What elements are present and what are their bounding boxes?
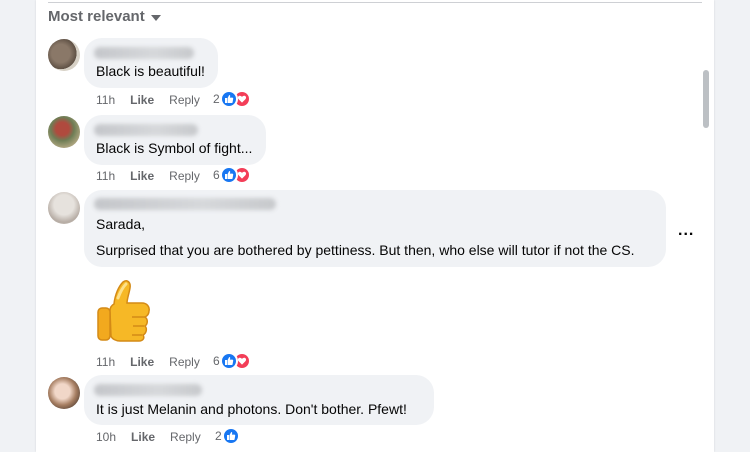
avatar[interactable] xyxy=(48,116,80,148)
reply-button[interactable]: Reply xyxy=(169,355,200,369)
author-name-redacted[interactable] xyxy=(94,384,202,396)
divider xyxy=(48,2,702,3)
comment-time[interactable]: 10h xyxy=(96,430,116,444)
caret-down-icon xyxy=(150,14,161,21)
like-button[interactable]: Like xyxy=(130,169,154,183)
comment-time[interactable]: 11h xyxy=(96,355,115,369)
sort-dropdown[interactable]: Most relevant xyxy=(48,8,161,25)
avatar[interactable] xyxy=(48,377,80,409)
reply-button[interactable]: Reply xyxy=(169,169,200,183)
like-button[interactable]: Like xyxy=(131,430,155,444)
like-reaction-icon xyxy=(219,166,238,184)
comment-text: Black is Symbol of fight... xyxy=(96,140,253,156)
comment-bubble: Sarada, Surprised that you are bothered … xyxy=(84,190,666,267)
author-name-redacted[interactable] xyxy=(94,47,194,59)
comment-text-line: Sarada, xyxy=(96,216,146,232)
author-name-redacted[interactable] xyxy=(94,198,276,210)
like-button[interactable]: Like xyxy=(130,93,154,107)
more-options-icon[interactable]: ... xyxy=(678,222,694,240)
reaction-summary[interactable]: 6 xyxy=(213,166,251,184)
reaction-summary[interactable]: 2 xyxy=(213,90,251,108)
comment-actions: 11h Like Reply xyxy=(96,355,200,369)
author-name-redacted[interactable] xyxy=(94,124,198,136)
reaction-summary[interactable]: 2 xyxy=(215,427,240,445)
avatar[interactable] xyxy=(48,39,80,71)
like-button[interactable]: Like xyxy=(130,355,154,369)
thumbs-up-sticker xyxy=(97,280,150,342)
avatar[interactable] xyxy=(48,192,80,224)
reaction-summary[interactable]: 6 xyxy=(213,352,251,370)
comment-bubble: Black is Symbol of fight... xyxy=(84,115,266,165)
reply-button[interactable]: Reply xyxy=(169,93,200,107)
reply-button[interactable]: Reply xyxy=(170,430,201,444)
like-reaction-icon xyxy=(221,427,240,445)
reaction-count: 2 xyxy=(213,92,220,106)
comment-bubble: It is just Melanin and photons. Don't bo… xyxy=(84,375,434,425)
comment-actions: 11h Like Reply xyxy=(96,169,200,183)
comment-time[interactable]: 11h xyxy=(96,93,115,107)
sort-label: Most relevant xyxy=(48,8,145,25)
comment-text-line: Surprised that you are bothered by petti… xyxy=(96,242,635,258)
comment-actions: 10h Like Reply xyxy=(96,430,201,444)
comment-time[interactable]: 11h xyxy=(96,169,115,183)
comment-bubble: Black is beautiful! xyxy=(84,38,218,88)
comments-panel: Most relevant Black is beautiful! 11h Li… xyxy=(36,0,714,452)
reaction-count: 6 xyxy=(213,354,220,368)
comment-text: Black is beautiful! xyxy=(96,63,205,79)
scrollbar-thumb[interactable] xyxy=(703,70,709,128)
comment-text: It is just Melanin and photons. Don't bo… xyxy=(96,401,407,417)
reaction-count: 6 xyxy=(213,168,220,182)
like-reaction-icon xyxy=(219,352,238,370)
like-reaction-icon xyxy=(219,90,238,108)
comment-actions: 11h Like Reply xyxy=(96,93,200,107)
reaction-count: 2 xyxy=(215,429,222,443)
